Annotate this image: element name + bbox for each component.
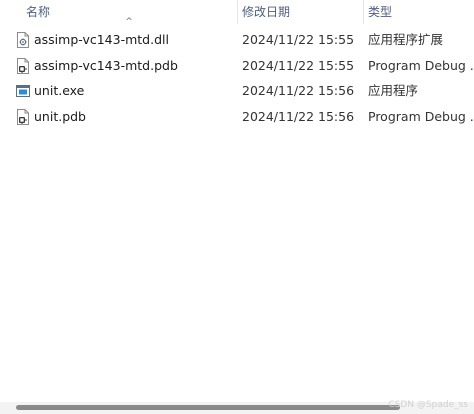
file-list-window: 名称 修改日期 类型 ^ assimp-vc143-mtd.dll 2024/1…	[0, 0, 474, 414]
column-header-name-label: 名称	[26, 5, 51, 19]
column-header-type[interactable]: 类型	[364, 0, 474, 24]
file-name: unit.pdb	[34, 108, 86, 124]
column-header: 名称 修改日期 类型 ^	[0, 0, 474, 27]
file-date: 2024/11/22 15:56	[242, 108, 355, 124]
pdb-file-icon	[17, 57, 29, 74]
watermark: CSDN @Spade_ss	[388, 400, 468, 410]
file-date: 2024/11/22 15:56	[242, 83, 355, 98]
scrollbar-thumb[interactable]	[16, 405, 400, 410]
file-type: Program Debug ...	[368, 108, 474, 124]
file-row[interactable]: assimp-vc143-mtd.dll 2024/11/22 15:55 应用…	[0, 27, 474, 53]
file-type: 应用程序扩展	[368, 32, 444, 47]
column-header-type-label: 类型	[368, 5, 393, 19]
dll-file-icon	[17, 32, 29, 48]
file-row[interactable]: unit.pdb 2024/11/22 15:56 Program Debug …	[0, 104, 474, 130]
file-row[interactable]: unit.exe 2024/11/22 15:56 应用程序	[0, 78, 474, 104]
exe-file-icon	[16, 85, 30, 97]
column-header-date[interactable]: 修改日期	[238, 0, 362, 24]
file-type: Program Debug ...	[368, 57, 474, 73]
file-date: 2024/11/22 15:55	[242, 57, 355, 73]
file-name: unit.exe	[34, 83, 85, 98]
sort-ascending-icon: ^	[125, 17, 133, 27]
file-name: assimp-vc143-mtd.dll	[34, 32, 169, 47]
file-name: assimp-vc143-mtd.pdb	[34, 57, 178, 73]
column-header-date-label: 修改日期	[242, 5, 291, 19]
file-date: 2024/11/22 15:55	[242, 32, 355, 47]
file-row[interactable]: assimp-vc143-mtd.pdb 2024/11/22 15:55 Pr…	[0, 53, 474, 79]
file-list: assimp-vc143-mtd.dll 2024/11/22 15:55 应用…	[0, 27, 474, 129]
file-type: 应用程序	[368, 83, 419, 98]
pdb-file-icon	[17, 108, 29, 125]
